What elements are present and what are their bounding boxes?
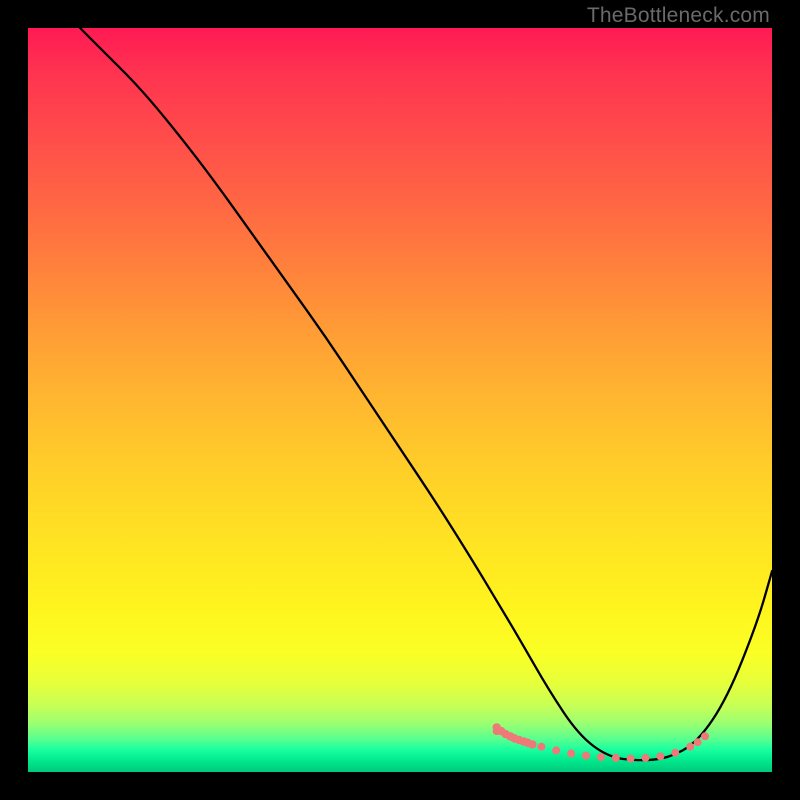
marker-dot — [537, 743, 545, 751]
marker-dot — [701, 732, 709, 740]
marker-dot — [552, 746, 560, 754]
marker-dot — [656, 752, 664, 760]
marker-dot — [627, 755, 635, 763]
curve-layer — [28, 28, 772, 772]
marker-dot — [597, 753, 605, 761]
marker-dot — [642, 754, 650, 762]
marker-dot — [582, 752, 590, 760]
watermark-text: TheBottleneck.com — [587, 4, 770, 28]
plot-area — [28, 28, 772, 772]
marker-dot — [528, 740, 536, 748]
marker-dot — [686, 743, 694, 751]
main-curve — [80, 28, 772, 760]
highlight-dense-dots — [493, 723, 537, 749]
marker-dot — [612, 754, 620, 762]
marker-dot — [694, 738, 702, 746]
marker-dot — [567, 749, 575, 757]
chart-stage: TheBottleneck.com — [0, 0, 800, 800]
marker-dot — [671, 749, 679, 757]
